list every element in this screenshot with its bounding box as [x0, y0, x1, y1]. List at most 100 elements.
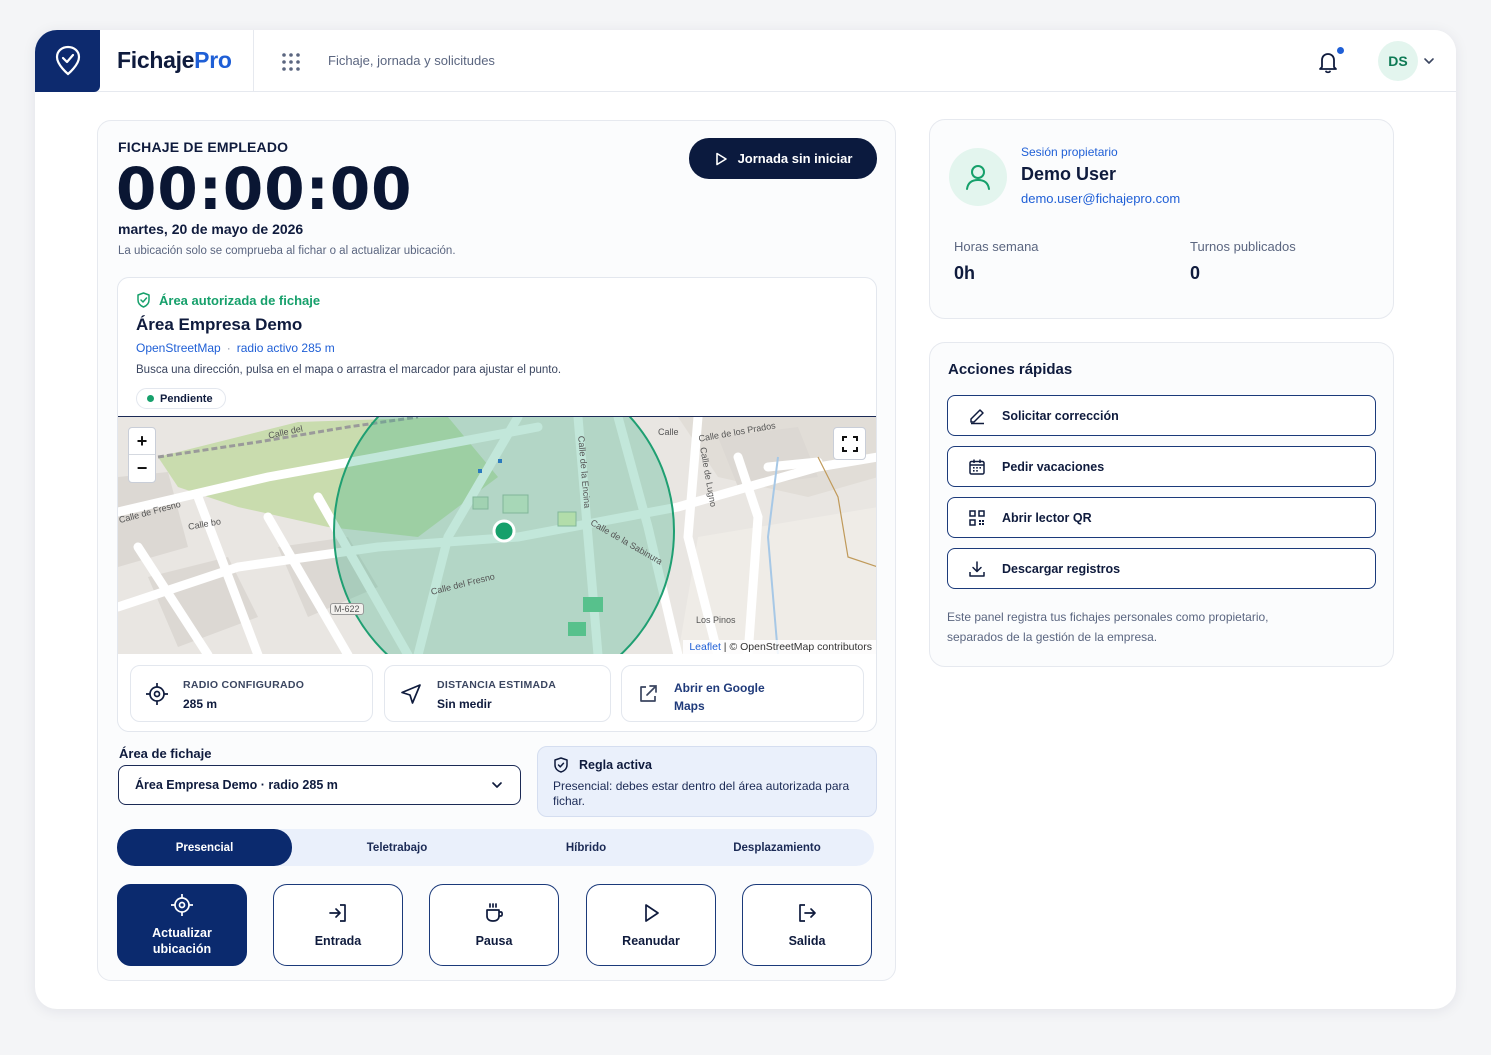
status-badge: Pendiente	[136, 388, 226, 409]
open-google-maps-link[interactable]: Abrir en Google Maps	[621, 665, 864, 722]
active-radius: radio activo 285 m	[236, 341, 335, 355]
external-link-icon	[640, 685, 657, 702]
download-records-label: Descargar registros	[1002, 561, 1121, 576]
clock-eyebrow: FICHAJE DE EMPLEADO	[118, 139, 289, 155]
radius-stat: RADIO CONFIGURADO 285 m	[130, 665, 373, 722]
map-place-label: Los Pinos	[696, 615, 736, 625]
area-hint: Busca una dirección, pulsa en el mapa o …	[136, 364, 562, 376]
timer-display: 00:00:00	[116, 155, 413, 223]
play-icon	[715, 152, 727, 165]
map-attribution: Leaflet | © OpenStreetMap contributors	[683, 640, 876, 654]
quick-actions-card: Acciones rápidas Solicitar corrección Pe…	[929, 342, 1394, 667]
request-correction-label: Solicitar corrección	[1002, 408, 1119, 423]
pencil-icon	[970, 408, 984, 424]
resume-label: Reanudar	[622, 934, 680, 948]
area-tag-label: Área autorizada de fichaje	[159, 292, 321, 308]
tab-hibrido[interactable]: Híbrido	[492, 829, 680, 866]
logo[interactable]	[35, 30, 100, 92]
profile-avatar	[949, 148, 1007, 206]
distance-stat-value: Sin medir	[437, 697, 492, 711]
active-rule-title: Regla activa	[579, 758, 652, 772]
shield-check-icon	[554, 757, 568, 773]
session-role: Sesión propietario	[1021, 145, 1118, 159]
user-avatar[interactable]: DS	[1378, 41, 1418, 81]
published-shifts-value: 0	[1190, 263, 1201, 283]
zoom-control: + −	[128, 427, 156, 483]
area-title: Área Empresa Demo	[136, 315, 303, 334]
clock-out-label: Salida	[788, 934, 826, 948]
active-rule-box: Regla activa Presencial: debes estar den…	[537, 746, 877, 817]
navigation-arrow-icon	[401, 684, 421, 704]
shield-check-icon	[137, 292, 150, 308]
header-subtitle: Fichaje, jornada y solicitudes	[328, 53, 495, 68]
header-divider	[253, 30, 254, 92]
authorized-area-card: Área autorizada de fichaje Área Empresa …	[117, 277, 877, 732]
area-select[interactable]: Área Empresa Demo · radio 285 m	[118, 765, 521, 805]
brand-part-2: Pro	[194, 47, 232, 73]
clock-out-button[interactable]: Salida	[742, 884, 872, 966]
radius-stat-value: 285 m	[183, 697, 218, 711]
profile-email[interactable]: demo.user@fichajepro.com	[1021, 191, 1180, 206]
login-icon	[329, 904, 346, 922]
top-bar: FichajePro Fichaje, jornada y solicitude…	[35, 30, 1456, 92]
request-vacation-label: Pedir vacaciones	[1002, 459, 1105, 474]
coffee-cup-icon	[486, 903, 503, 922]
crosshair-icon	[171, 894, 193, 916]
update-location-button[interactable]: Actualizar ubicación	[117, 884, 247, 966]
osm-attribution: | © OpenStreetMap contributors	[723, 641, 872, 653]
map-street-label: Calle	[658, 427, 679, 437]
tab-teletrabajo[interactable]: Teletrabajo	[302, 829, 492, 866]
active-rule-description: Presencial: debes estar dentro del área …	[553, 779, 850, 808]
status-dot	[147, 395, 154, 402]
apps-grid-icon[interactable]	[281, 52, 301, 72]
logout-icon	[799, 904, 816, 922]
expand-icon	[841, 435, 858, 452]
brand-part-1: Fichaje	[117, 47, 195, 73]
tab-desplazamiento[interactable]: Desplazamiento	[680, 829, 874, 866]
fullscreen-button[interactable]	[833, 427, 866, 460]
workday-status-label: Jornada sin iniciar	[737, 151, 853, 166]
download-icon	[969, 560, 985, 577]
area-select-value: Área Empresa Demo · radio 285 m	[135, 778, 338, 792]
profile-card: Sesión propietario Demo User demo.user@f…	[929, 119, 1394, 319]
request-vacation-button[interactable]: Pedir vacaciones	[947, 446, 1376, 487]
brand-name: FichajePro	[117, 47, 232, 74]
user-icon	[966, 165, 990, 190]
status-label: Pendiente	[160, 392, 213, 405]
clock-in-button[interactable]: Entrada	[273, 884, 403, 966]
update-location-label: Actualizar ubicación	[152, 926, 212, 956]
area-select-label: Área de fichaje	[119, 746, 212, 761]
chevron-down-icon	[492, 782, 502, 788]
tab-presencial[interactable]: Presencial	[117, 829, 292, 866]
app-window: FichajePro Fichaje, jornada y solicitude…	[35, 30, 1456, 1009]
calendar-icon	[969, 459, 985, 475]
chevron-down-icon[interactable]	[1422, 54, 1436, 68]
weekly-hours-label: Horas semana	[954, 239, 1039, 254]
qr-code-icon	[969, 509, 985, 526]
clock-in-label: Entrada	[314, 934, 362, 948]
map-provider[interactable]: OpenStreetMap	[136, 341, 221, 355]
zoom-out-button[interactable]: −	[129, 455, 155, 482]
weekly-hours-value: 0h	[954, 263, 976, 283]
workday-status-button[interactable]: Jornada sin iniciar	[689, 138, 877, 179]
current-date: martes, 20 de mayo de 2026	[118, 221, 304, 237]
area-tag: Área autorizada de fichaje	[136, 292, 320, 308]
radius-stat-label: RADIO CONFIGURADO	[183, 679, 305, 691]
open-qr-reader-button[interactable]: Abrir lector QR	[947, 497, 1376, 538]
distance-stat: DISTANCIA ESTIMADA Sin medir	[384, 665, 611, 722]
zoom-in-button[interactable]: +	[129, 428, 155, 455]
quick-actions-title: Acciones rápidas	[948, 361, 1073, 378]
pause-button[interactable]: Pausa	[429, 884, 559, 966]
resume-button[interactable]: Reanudar	[586, 884, 716, 966]
request-correction-button[interactable]: Solicitar corrección	[947, 395, 1376, 436]
clock-card: FICHAJE DE EMPLEADO 00:00:00 martes, 20 …	[97, 120, 896, 981]
road-shield: M-622	[330, 603, 364, 615]
profile-name: Demo User	[1021, 164, 1117, 184]
distance-stat-label: DISTANCIA ESTIMADA	[437, 679, 557, 691]
work-mode-tabs: Presencial Teletrabajo Híbrido Desplazam…	[117, 829, 874, 866]
download-records-button[interactable]: Descargar registros	[947, 548, 1376, 589]
area-map[interactable]: Calle del Calle de los Prados Calle Call…	[118, 416, 876, 654]
shield-check-icon	[55, 45, 80, 76]
leaflet-link[interactable]: Leaflet	[689, 641, 721, 653]
notification-dot	[1337, 47, 1344, 54]
